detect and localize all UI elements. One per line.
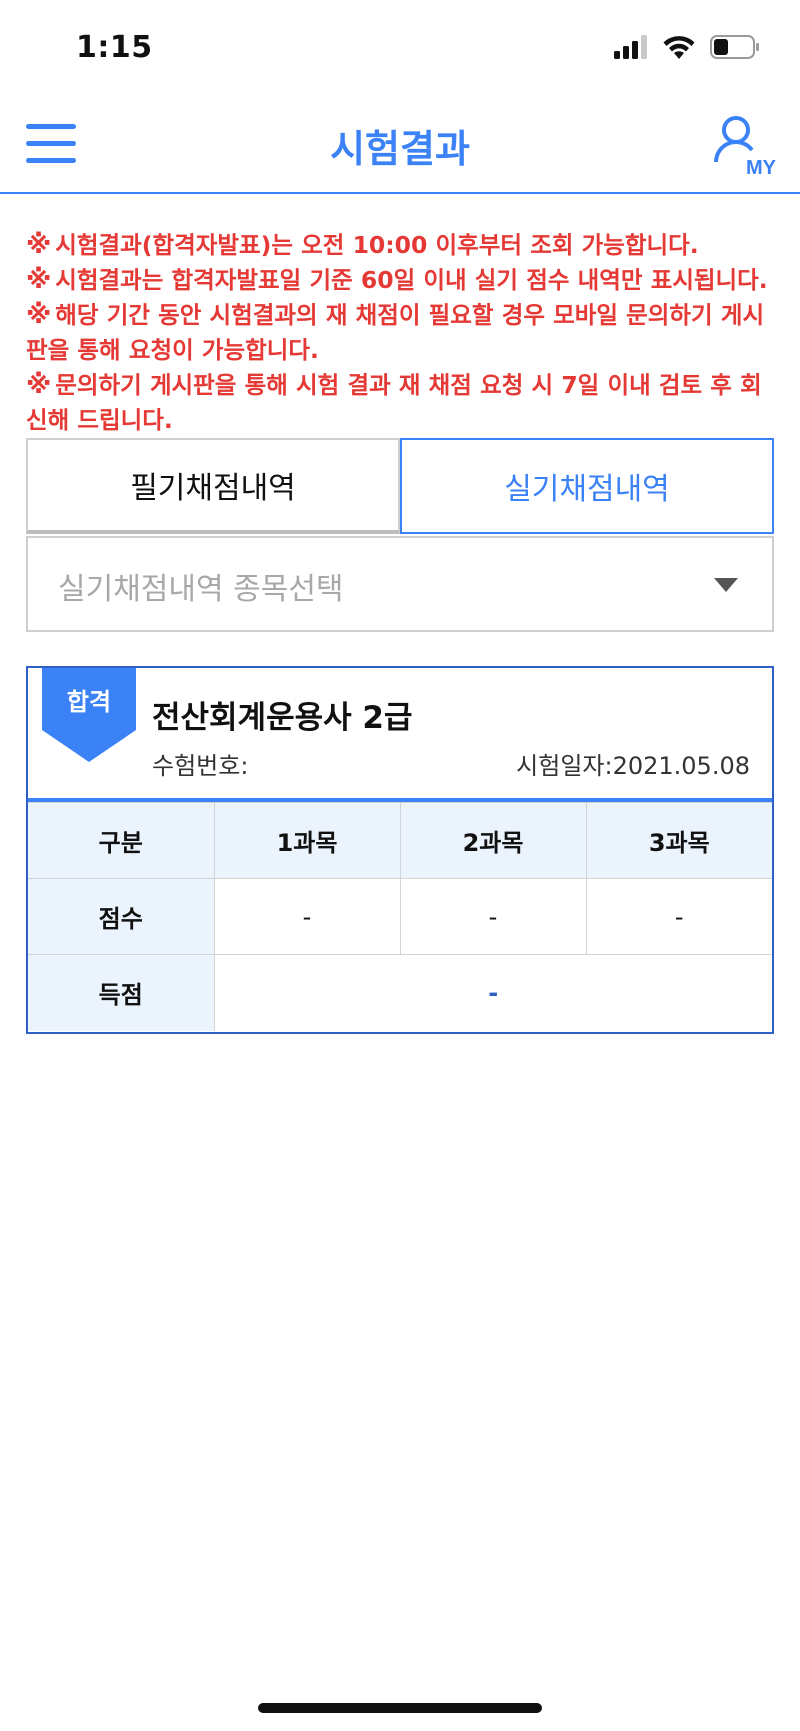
page-title: 시험결과: [330, 127, 470, 171]
battery-icon: [710, 35, 759, 59]
column-header: 구분: [28, 802, 215, 879]
pass-badge-label: 합격: [66, 688, 112, 716]
pass-badge: 합격: [42, 668, 136, 762]
status-time: 1:15: [76, 30, 153, 65]
notice-text: 해당 기간 동안 시험결과의 재 채점이 필요할 경우 모바일 문의하기 게시판…: [26, 301, 765, 364]
notice-text: 문의하기 게시판을 통해 시험 결과 재 채점 요청 시 7일 이내 검토 후 …: [26, 371, 762, 434]
score-table: 구분 1과목 2과목 3과목 점수 - - - 득점 -: [28, 802, 772, 1031]
score-cell: -: [399, 878, 587, 955]
tab-written-results[interactable]: 필기채점내역: [26, 438, 400, 534]
notice-text: 시험결과는 합격자발표일 기준 60일 이내 실기 점수 내역만 표시됩니다.: [55, 266, 768, 294]
status-icons: [614, 34, 760, 60]
notice-item: ※ 해당 기간 동안 시험결과의 재 채점이 필요할 경우 모바일 문의하기 게시…: [26, 298, 776, 368]
app-header: 시험결과 MY: [0, 100, 800, 194]
reference-mark: ※: [26, 265, 52, 295]
table-row: 점수 - - -: [28, 878, 772, 955]
my-label: MY: [746, 157, 776, 179]
notice-item: ※ 시험결과(합격자발표)는 오전 10:00 이후부터 조회 가능합니다.: [26, 228, 776, 263]
caret-down-icon: [714, 578, 738, 592]
table-row: 득점 -: [28, 954, 772, 1031]
result-card: 합격 전산회계운용사 2급 수험번호: 시험일자:2021.05.08 구분 1…: [26, 666, 774, 1034]
exam-date: 시험일자:2021.05.08: [516, 752, 750, 780]
column-header: 1과목: [213, 802, 401, 879]
row-header-score: 점수: [28, 878, 215, 955]
result-tabs: 필기채점내역 실기채점내역: [26, 438, 774, 534]
reference-mark: ※: [26, 370, 52, 400]
notice-item: ※ 시험결과는 합격자발표일 기준 60일 이내 실기 점수 내역만 표시됩니다.: [26, 263, 776, 298]
select-placeholder: 실기채점내역 종목선택: [58, 572, 344, 607]
total-score-cell: -: [213, 954, 772, 1031]
home-indicator: [258, 1703, 542, 1713]
cellular-signal-icon: [614, 35, 647, 59]
reference-mark: ※: [26, 300, 52, 330]
notice-item: ※ 문의하기 게시판을 통해 시험 결과 재 채점 요청 시 7일 이내 검토 후…: [26, 368, 776, 438]
row-header-total: 득점: [28, 954, 215, 1031]
score-cell: -: [213, 878, 401, 955]
result-card-header: 합격 전산회계운용사 2급 수험번호: 시험일자:2021.05.08: [28, 668, 772, 802]
status-bar: 1:15: [0, 0, 800, 100]
notice-list: ※ 시험결과(합격자발표)는 오전 10:00 이후부터 조회 가능합니다. ※ 시…: [26, 228, 776, 438]
exam-name: 전산회계운용사 2급: [152, 700, 413, 736]
score-cell: -: [585, 878, 772, 955]
column-header: 2과목: [399, 802, 587, 879]
tab-practical-results[interactable]: 실기채점내역: [400, 438, 774, 534]
exam-number-label: 수험번호:: [152, 752, 249, 780]
my-page-button[interactable]: MY: [712, 114, 776, 180]
notice-text: 시험결과(합격자발표)는 오전 10:00 이후부터 조회 가능합니다.: [55, 231, 699, 259]
reference-mark: ※: [26, 230, 52, 260]
column-header: 3과목: [585, 802, 772, 879]
wifi-icon: [663, 36, 695, 59]
table-header-row: 구분 1과목 2과목 3과목: [28, 802, 772, 879]
exam-subject-select[interactable]: 실기채점내역 종목선택: [26, 536, 774, 632]
